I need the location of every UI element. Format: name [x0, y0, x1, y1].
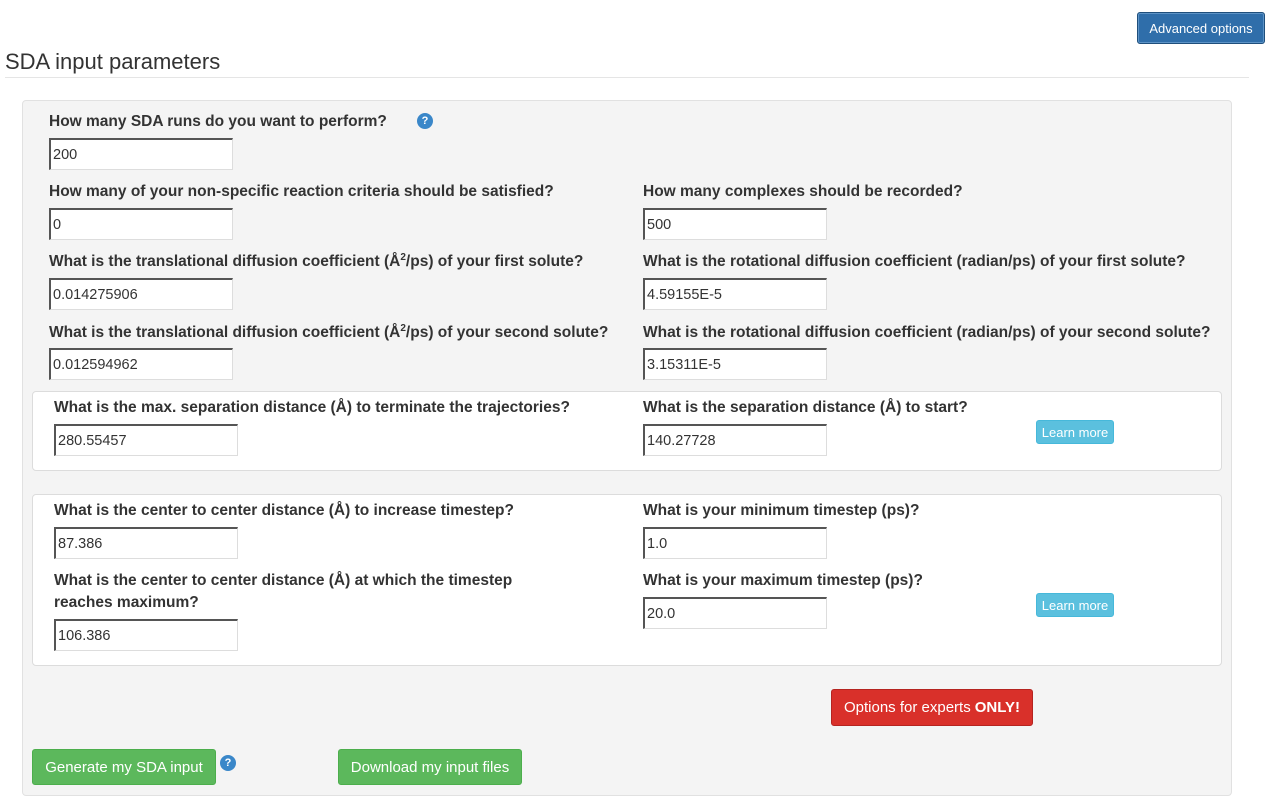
- advanced-options-button[interactable]: Advanced options: [1137, 12, 1265, 44]
- title-divider: [5, 77, 1249, 78]
- rot-diffusion-2-input[interactable]: 3.15311E-5: [643, 348, 827, 380]
- ctc-max-input[interactable]: 106.386: [54, 619, 238, 651]
- complexes-input[interactable]: 500: [643, 208, 827, 240]
- complexes-label: How many complexes should be recorded?: [643, 183, 963, 200]
- min-timestep-input[interactable]: 1.0: [643, 527, 827, 559]
- experts-options-button[interactable]: Options for experts ONLY!: [831, 689, 1033, 726]
- max-timestep-input[interactable]: 20.0: [643, 597, 827, 629]
- min-timestep-label: What is your minimum timestep (ps)?: [643, 502, 920, 519]
- max-timestep-label: What is your maximum timestep (ps)?: [643, 572, 923, 589]
- trans-diffusion-2-label: What is the translational diffusion coef…: [49, 322, 609, 341]
- criteria-label: How many of your non-specific reaction c…: [49, 183, 554, 200]
- question-circle-icon[interactable]: ?: [220, 755, 236, 771]
- experts-button-label: Options for experts: [843, 699, 971, 716]
- download-files-button[interactable]: Download my input files: [338, 749, 522, 785]
- runs-input[interactable]: 200: [49, 138, 233, 170]
- experts-button-emphasis: ONLY!: [974, 699, 1021, 716]
- runs-label: How many SDA runs do you want to perform…: [49, 113, 387, 130]
- learn-more-timestep-button[interactable]: Learn more: [1036, 593, 1114, 617]
- question-circle-icon[interactable]: ?: [417, 113, 433, 129]
- rot-diffusion-2-label: What is the rotational diffusion coeffic…: [643, 324, 1211, 341]
- trans-diffusion-1-input[interactable]: 0.014275906: [49, 278, 233, 310]
- generate-input-button[interactable]: Generate my SDA input: [32, 749, 216, 785]
- ctc-increase-label: What is the center to center distance (Å…: [54, 502, 514, 519]
- max-separation-label: What is the max. separation distance (Å)…: [54, 399, 570, 416]
- page-title: SDA input parameters: [5, 49, 221, 74]
- rot-diffusion-1-label: What is the rotational diffusion coeffic…: [643, 253, 1186, 270]
- max-separation-input[interactable]: 280.55457: [54, 424, 238, 456]
- trans-diffusion-1-label: What is the translational diffusion coef…: [49, 251, 584, 270]
- criteria-input[interactable]: 0: [49, 208, 233, 240]
- rot-diffusion-1-input[interactable]: 4.59155E-5: [643, 278, 827, 310]
- trans-diffusion-2-input[interactable]: 0.012594962: [49, 348, 233, 380]
- ctc-increase-input[interactable]: 87.386: [54, 527, 238, 559]
- start-separation-label: What is the separation distance (Å) to s…: [643, 399, 968, 416]
- ctc-max-label: What is the center to center distance (Å…: [54, 572, 513, 611]
- learn-more-separation-button[interactable]: Learn more: [1036, 420, 1114, 444]
- start-separation-input[interactable]: 140.27728: [643, 424, 827, 456]
